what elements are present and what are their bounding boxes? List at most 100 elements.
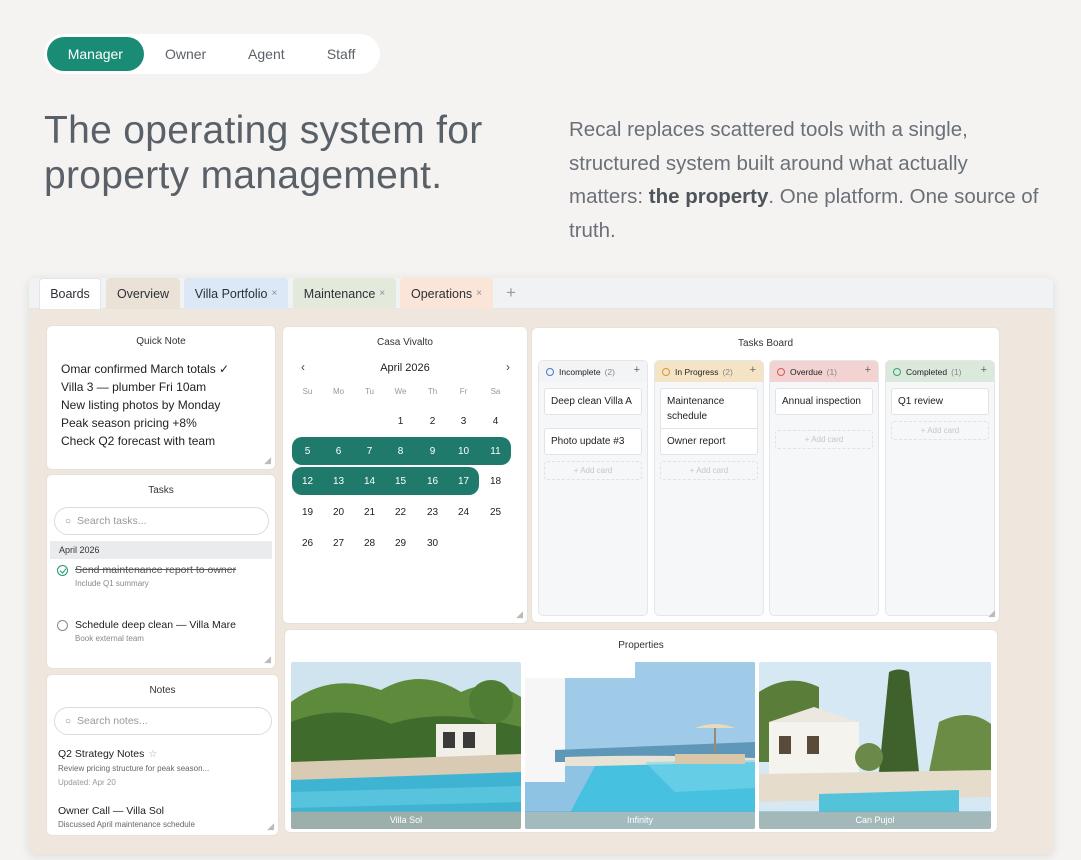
calendar-day[interactable]: 5 — [292, 437, 323, 465]
calendar-day[interactable]: 19 — [292, 498, 323, 526]
note-title: Q2 Strategy Notes ☆ — [58, 747, 268, 762]
calendar-day[interactable]: 27 — [323, 529, 354, 557]
tab-maintenance[interactable]: Maintenance × — [293, 278, 396, 309]
calendar-day[interactable]: 10 — [448, 437, 479, 465]
board-column: Overdue (1) + Annual inspection + Add card — [769, 360, 879, 616]
add-card-button[interactable]: + Add card — [544, 461, 642, 480]
check-circle-icon[interactable] — [57, 565, 68, 576]
star-icon[interactable]: ☆ — [148, 749, 157, 760]
calendar-day[interactable]: 26 — [292, 529, 323, 557]
app-preview: Boards Overview Villa Portfolio × Mainten… — [29, 278, 1053, 854]
tab-label: Overview — [116, 286, 170, 301]
tab-villa-portfolio[interactable]: Villa Portfolio × — [184, 278, 288, 309]
quick-note-line: Check Q2 forecast with team — [61, 434, 216, 448]
calendar-day[interactable]: 11 — [480, 437, 511, 465]
role-tab-agent[interactable]: Agent — [227, 37, 305, 71]
add-card-icon[interactable]: + — [750, 364, 756, 376]
add-card-button[interactable]: + Add card — [660, 461, 758, 480]
close-icon[interactable]: × — [271, 288, 277, 299]
resize-handle-icon[interactable]: ◢ — [267, 821, 274, 832]
weekday-label: Tu — [364, 387, 375, 396]
calendar-day[interactable]: 1 — [385, 407, 416, 435]
calendar-day[interactable]: 8 — [385, 437, 416, 465]
close-icon[interactable]: × — [476, 288, 482, 299]
quick-note-line: Omar confirmed March totals ✓ — [61, 362, 230, 376]
task-card[interactable]: Owner report — [660, 428, 758, 455]
quick-note-text[interactable]: Omar confirmed March totals ✓ Villa 3 — … — [61, 360, 261, 450]
task-card[interactable]: Maintenance schedule — [660, 388, 758, 430]
resize-handle-icon[interactable]: ◢ — [516, 609, 523, 620]
property-label: Can Pujol — [759, 811, 991, 829]
quick-note-line: New listing photos by Monday — [61, 398, 221, 412]
search-notes-input[interactable]: ○ Search notes... — [54, 707, 272, 735]
column-header: In Progress (2) + — [655, 361, 763, 382]
add-card-icon[interactable]: + — [865, 364, 871, 376]
calendar-day[interactable]: 28 — [354, 529, 385, 557]
calendar-day[interactable]: 23 — [417, 498, 448, 526]
resize-handle-icon[interactable]: ◢ — [264, 455, 271, 466]
add-card-button[interactable]: + Add card — [775, 430, 873, 449]
property-photo — [759, 662, 991, 829]
calendar-day[interactable]: 4 — [480, 407, 511, 435]
task-item[interactable]: Send maintenance report to owner Include… — [57, 563, 265, 591]
close-icon[interactable]: × — [379, 288, 385, 299]
calendar-day[interactable]: 3 — [448, 407, 479, 435]
task-item[interactable]: Schedule deep clean — Villa Mare Book ex… — [57, 618, 265, 646]
note-item[interactable]: Owner Call — Villa Sol Discussed April m… — [58, 804, 268, 832]
task-card[interactable]: Deep clean Villa A — [544, 388, 642, 415]
circle-icon[interactable] — [57, 620, 68, 631]
add-tab-button[interactable]: + — [503, 283, 519, 303]
chevron-right-icon[interactable]: › — [501, 360, 515, 374]
resize-handle-icon[interactable]: ◢ — [264, 654, 271, 665]
calendar-day[interactable]: 25 — [480, 498, 511, 526]
calendar-day[interactable]: 30 — [417, 529, 448, 557]
add-card-button[interactable]: + Add card — [891, 421, 989, 440]
property-card-infinity[interactable]: Infinity — [525, 662, 755, 829]
resize-handle-icon[interactable]: ◢ — [988, 608, 995, 619]
note-title: Owner Call — Villa Sol — [58, 805, 165, 817]
task-subtitle: Book external team — [75, 634, 144, 643]
add-card-icon[interactable]: + — [981, 364, 987, 376]
role-switcher: Manager Owner Agent Staff — [44, 34, 380, 74]
property-card-can-pujol[interactable]: Can Pujol — [759, 662, 991, 829]
role-tab-owner[interactable]: Owner — [144, 37, 228, 71]
calendar-day[interactable]: 7 — [354, 437, 385, 465]
column-name: Incomplete — [559, 366, 601, 377]
calendar-day[interactable]: 15 — [385, 467, 416, 495]
column-count: (1) — [826, 366, 837, 377]
calendar-day[interactable]: 12 — [292, 467, 323, 495]
tab-boards[interactable]: Boards — [39, 278, 101, 309]
task-title: Send maintenance report to owner — [75, 564, 237, 576]
properties-widget: Properties Villa Sol Infinity Can Pujol — [284, 629, 998, 833]
task-card[interactable]: Annual inspection — [775, 388, 873, 415]
weekday-label: Su — [302, 387, 313, 396]
task-card[interactable]: Photo update #3 — [544, 428, 642, 455]
calendar-day[interactable]: 13 — [323, 467, 354, 495]
calendar-day[interactable]: 9 — [417, 437, 448, 465]
calendar-day[interactable]: 2 — [417, 407, 448, 435]
calendar-day[interactable]: 14 — [354, 467, 385, 495]
calendar-day[interactable]: 18 — [480, 467, 511, 495]
property-card-villa-sol[interactable]: Villa Sol — [291, 662, 521, 829]
task-card[interactable]: Q1 review — [891, 388, 989, 415]
role-tab-staff[interactable]: Staff — [305, 37, 377, 71]
calendar-day[interactable]: 16 — [417, 467, 448, 495]
month-label: April 2026 — [59, 545, 100, 555]
search-icon: ○ — [65, 715, 72, 727]
calendar-day[interactable]: 17 — [448, 467, 479, 495]
quick-note-line: Peak season pricing +8% — [61, 416, 197, 430]
calendar-day[interactable]: 21 — [354, 498, 385, 526]
widget-title: Properties — [618, 640, 664, 651]
note-item[interactable]: Q2 Strategy Notes ☆ Review pricing struct… — [58, 747, 268, 790]
calendar-day[interactable]: 24 — [448, 498, 479, 526]
add-card-icon[interactable]: + — [634, 364, 640, 376]
calendar-day[interactable]: 22 — [385, 498, 416, 526]
calendar-day[interactable]: 20 — [323, 498, 354, 526]
calendar-day[interactable]: 29 — [385, 529, 416, 557]
lede-bold: the property — [648, 185, 769, 208]
calendar-day[interactable]: 6 — [323, 437, 354, 465]
tab-operations[interactable]: Operations × — [400, 278, 493, 309]
role-tab-manager[interactable]: Manager — [47, 37, 144, 71]
tab-overview[interactable]: Overview — [106, 278, 180, 309]
search-tasks-input[interactable]: ○ Search tasks... — [54, 507, 269, 535]
